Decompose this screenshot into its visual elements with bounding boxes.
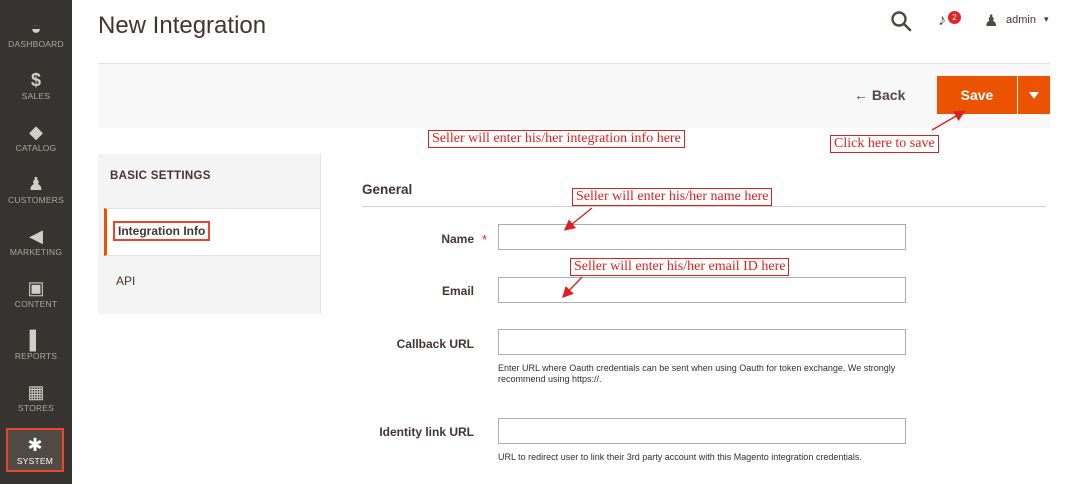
arrow-to-name-field [563,207,593,231]
arrow-to-email-field [562,276,583,299]
arrow-to-save [931,110,966,131]
annotation-arrows [562,110,966,299]
